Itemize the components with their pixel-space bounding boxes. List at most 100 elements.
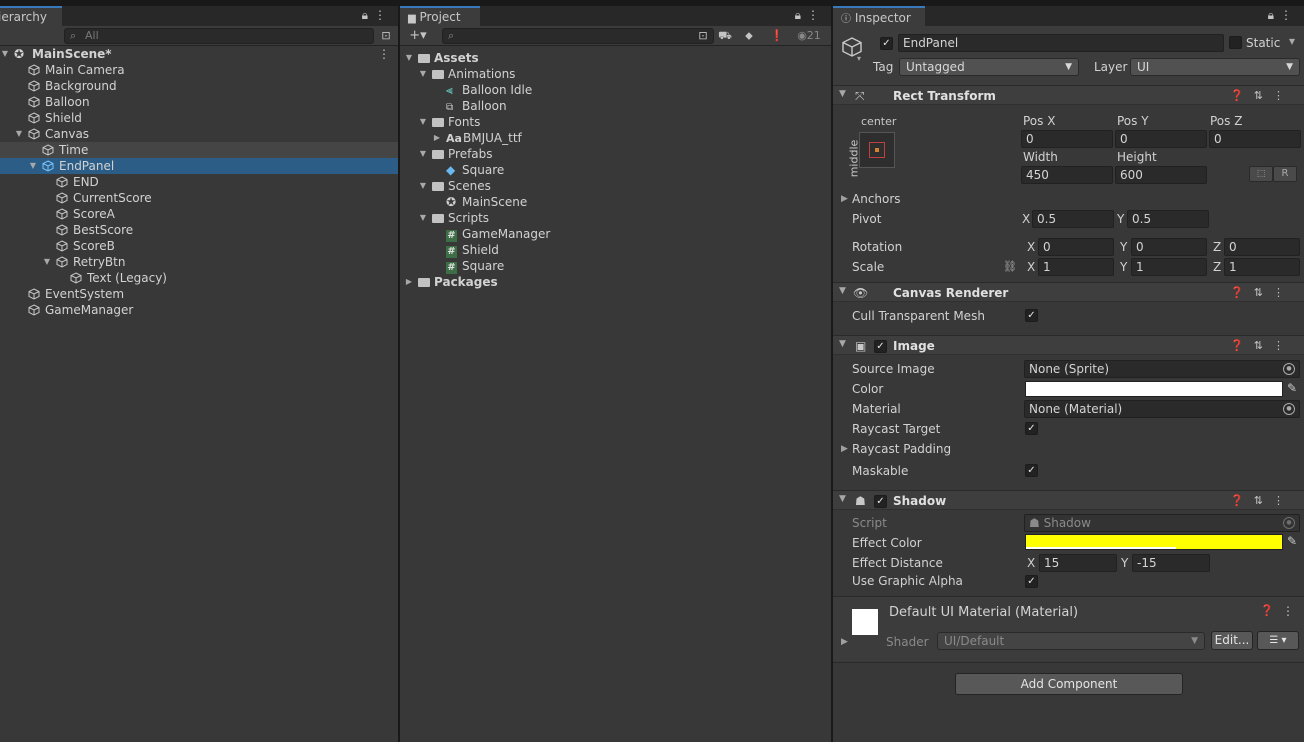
- hierarchy-item[interactable]: ▼ EndPanel: [0, 158, 398, 174]
- hierarchy-item[interactable]: ScoreA: [0, 206, 398, 222]
- object-picker-icon[interactable]: ●: [1283, 403, 1295, 415]
- hidden-packages-count[interactable]: ◉21: [792, 28, 826, 44]
- tab-inspector[interactable]: ⓘ Inspector: [833, 6, 925, 26]
- component-help-settings-icons[interactable]: ❓⇅⋮: [1230, 339, 1294, 352]
- fold-arrow-icon[interactable]: ▼: [839, 286, 846, 296]
- hierarchy-item[interactable]: ▼ Canvas: [0, 126, 398, 142]
- expand-arrow-icon[interactable]: ▼: [404, 50, 414, 66]
- component-help-settings-icons[interactable]: ❓⇅⋮: [1230, 494, 1294, 507]
- project-item[interactable]: ▼ Assets: [400, 50, 831, 66]
- warning-icon[interactable]: ❗: [768, 28, 786, 44]
- posz-field[interactable]: 0: [1209, 130, 1301, 148]
- expand-arrow-icon[interactable]: ▼: [418, 210, 428, 226]
- fold-arrow-icon[interactable]: ▼: [839, 494, 846, 504]
- cull-transparent-mesh-checkbox[interactable]: ✓: [1025, 309, 1038, 322]
- fold-arrow-icon[interactable]: ▼: [839, 89, 846, 99]
- static-dropdown-icon[interactable]: ▾: [1289, 34, 1295, 48]
- effect-color-swatch[interactable]: [1025, 534, 1283, 550]
- eyedropper-icon[interactable]: ✎: [1287, 534, 1297, 548]
- hierarchy-item[interactable]: EventSystem: [0, 286, 398, 302]
- tab-project[interactable]: ▆ Project: [400, 6, 480, 26]
- constrain-proportions-link-icon[interactable]: ⛓: [1003, 260, 1017, 273]
- add-component-button[interactable]: Add Component: [955, 673, 1183, 695]
- expand-arrow-icon[interactable]: ▼: [418, 114, 428, 130]
- hierarchy-item[interactable]: Background: [0, 78, 398, 94]
- image-header[interactable]: ▼ ▣ ✓ Image ❓⇅⋮: [833, 335, 1304, 355]
- icon-dropdown-caret[interactable]: ▾: [857, 54, 861, 63]
- expand-arrow-icon[interactable]: ▼: [418, 66, 428, 82]
- expand-arrow-icon[interactable]: ▼: [42, 254, 52, 270]
- pivot-x-field[interactable]: 0.5: [1032, 210, 1114, 228]
- project-item[interactable]: ▼ Fonts: [400, 114, 831, 130]
- shader-options-button[interactable]: ☰ ▾: [1257, 631, 1299, 650]
- expand-arrow-icon[interactable]: ▼: [0, 46, 10, 62]
- hierarchy-search-input[interactable]: ⌕ All: [64, 28, 374, 44]
- shadow-enabled-checkbox[interactable]: ✓: [874, 495, 887, 508]
- height-field[interactable]: 600: [1115, 166, 1207, 184]
- width-field[interactable]: 450: [1021, 166, 1113, 184]
- raycast-padding-label[interactable]: Raycast Padding: [852, 442, 951, 456]
- hierarchy-item[interactable]: ScoreB: [0, 238, 398, 254]
- expand-arrow-icon[interactable]: ▼: [14, 126, 24, 142]
- active-checkbox[interactable]: ✓: [880, 37, 893, 50]
- scale-y-field[interactable]: 1: [1131, 258, 1207, 276]
- project-item[interactable]: # GameManager: [400, 226, 831, 242]
- project-item[interactable]: ◆ Square: [400, 162, 831, 178]
- hierarchy-item[interactable]: END: [0, 174, 398, 190]
- pivot-y-field[interactable]: 0.5: [1127, 210, 1209, 228]
- layer-dropdown[interactable]: UI ▼: [1130, 58, 1300, 76]
- tab-hierarchy[interactable]: ierarchy: [0, 6, 62, 26]
- maskable-checkbox[interactable]: ✓: [1025, 464, 1038, 477]
- distance-y-field[interactable]: -15: [1132, 554, 1210, 572]
- rect-transform-header[interactable]: ▼ ⤧ Rect Transform ❓⇅⋮: [833, 85, 1304, 105]
- project-item[interactable]: ▼ Scripts: [400, 210, 831, 226]
- project-item[interactable]: ▼ Prefabs: [400, 146, 831, 162]
- eyedropper-icon[interactable]: ✎: [1287, 381, 1297, 395]
- expand-arrow-icon[interactable]: ▶: [432, 130, 442, 146]
- project-item[interactable]: ▼ Scenes: [400, 178, 831, 194]
- source-image-field[interactable]: None (Sprite) ●: [1024, 360, 1300, 378]
- raycast-target-checkbox[interactable]: ✓: [1025, 422, 1038, 435]
- component-help-settings-icons[interactable]: ❓⇅⋮: [1230, 286, 1294, 299]
- hierarchy-item[interactable]: Balloon: [0, 94, 398, 110]
- anchors-label[interactable]: Anchors: [852, 192, 901, 206]
- rot-z-field[interactable]: 0: [1224, 238, 1300, 256]
- project-item[interactable]: ▶ Aa BMJUA_ttf: [400, 130, 831, 146]
- expand-arrow-icon[interactable]: ▼: [418, 146, 428, 162]
- tag-dropdown[interactable]: Untagged ▼: [899, 58, 1079, 76]
- posx-field[interactable]: 0: [1021, 130, 1113, 148]
- distance-x-field[interactable]: 15: [1039, 554, 1117, 572]
- raycast-padding-fold-arrow-icon[interactable]: ▶: [841, 444, 848, 454]
- project-item[interactable]: # Square: [400, 258, 831, 274]
- scale-z-field[interactable]: 1: [1224, 258, 1300, 276]
- edit-shader-button[interactable]: Edit...: [1211, 631, 1253, 650]
- color-swatch[interactable]: [1025, 381, 1283, 397]
- scale-x-field[interactable]: 1: [1038, 258, 1114, 276]
- settings-menu-icon[interactable]: ⋮: [1282, 604, 1294, 618]
- expand-arrow-icon[interactable]: ▶: [404, 274, 414, 290]
- project-item[interactable]: ⫷ Balloon Idle: [400, 82, 831, 98]
- search-filter-icon[interactable]: ⊡: [377, 28, 395, 44]
- anchor-presets-button[interactable]: [859, 132, 895, 168]
- project-search-input[interactable]: ⌕: [442, 28, 714, 44]
- hierarchy-item[interactable]: Shield: [0, 110, 398, 126]
- object-name-field[interactable]: EndPanel: [898, 34, 1224, 52]
- component-help-settings-icons[interactable]: ❓⇅⋮: [1230, 89, 1294, 102]
- image-enabled-checkbox[interactable]: ✓: [874, 340, 887, 353]
- hierarchy-item[interactable]: Time: [0, 142, 398, 158]
- shadow-header[interactable]: ▼ ☗ ✓ Shadow ❓⇅⋮: [833, 490, 1304, 510]
- hierarchy-item[interactable]: GameManager: [0, 302, 398, 318]
- material-fold-arrow-icon[interactable]: ▶: [841, 637, 848, 647]
- project-item[interactable]: ✪ MainScene: [400, 194, 831, 210]
- scene-menu-icon[interactable]: ⋮: [378, 46, 390, 62]
- project-item[interactable]: ▶ Packages: [400, 274, 831, 290]
- lock-icon[interactable]: 🔒︎⋮: [795, 8, 825, 23]
- create-plus-button[interactable]: +▾: [404, 28, 432, 44]
- anchors-fold-arrow-icon[interactable]: ▶: [841, 194, 848, 204]
- material-field[interactable]: None (Material) ●: [1024, 400, 1300, 418]
- filter-by-type-icon[interactable]: ⛟: [716, 28, 734, 44]
- canvas-renderer-header[interactable]: ▼ 👁︎ Canvas Renderer ❓⇅⋮: [833, 282, 1304, 302]
- expand-arrow-icon[interactable]: ▼: [418, 178, 428, 194]
- search-by-type-icon[interactable]: ⊡: [694, 28, 712, 44]
- project-item[interactable]: ⧉ Balloon: [400, 98, 831, 114]
